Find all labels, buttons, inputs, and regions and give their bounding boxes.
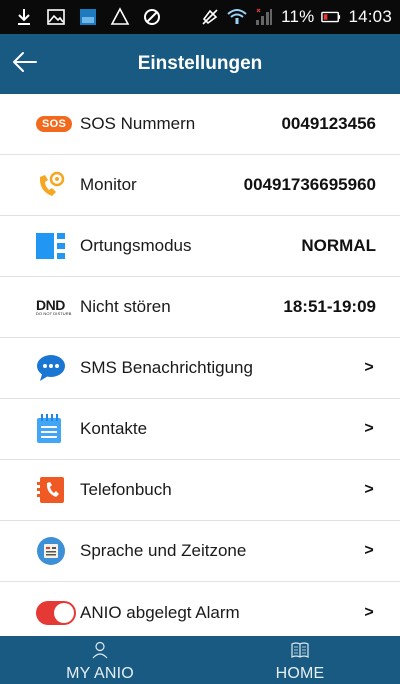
- battery-icon: [321, 7, 341, 27]
- setting-label: SOS Nummern: [80, 114, 196, 133]
- status-bar-right: 11% 14:03: [200, 7, 392, 27]
- setting-label: SMS Benachrichtigung: [80, 358, 253, 377]
- setting-label: Telefonbuch: [80, 480, 172, 499]
- chevron-right-icon: >: [364, 481, 374, 498]
- sos-badge: SOS: [36, 116, 73, 132]
- wifi-icon: [227, 7, 247, 27]
- setting-label: Nicht stören: [80, 297, 171, 316]
- toggle-icon[interactable]: [36, 598, 80, 628]
- status-bar-left: [14, 7, 200, 27]
- nav-label: MY ANIO: [66, 665, 134, 682]
- nav-label: HOME: [275, 665, 325, 682]
- page-title: Einstellungen: [137, 53, 263, 74]
- setting-label: Kontakte: [80, 419, 148, 438]
- dnd-text: DND: [36, 297, 65, 313]
- chevron-right-icon: >: [364, 420, 374, 437]
- setting-label: Sprache und Zeitzone: [80, 541, 247, 560]
- status-bar: 11% 14:03: [0, 0, 400, 34]
- chevron-right-icon: >: [364, 542, 374, 559]
- arrow-left-icon: [12, 51, 38, 78]
- chevron-right-icon: >: [364, 603, 374, 621]
- mute-icon: [200, 7, 220, 27]
- phone-monitor-icon: [36, 170, 80, 200]
- dnd-subtext: DO NOT DISTURB: [36, 311, 72, 316]
- sos-icon: SOS: [36, 109, 80, 139]
- setting-label: ANIO abgelegt Alarm: [80, 602, 240, 622]
- setting-sms-notification[interactable]: SMS Benachrichtigung >: [0, 338, 400, 399]
- setting-label: Ortungsmodus: [80, 236, 192, 255]
- setting-phonebook[interactable]: Telefonbuch >: [0, 460, 400, 521]
- setting-location-mode[interactable]: Ortungsmodus NORMAL: [0, 216, 400, 277]
- setting-value: 0049123456: [281, 114, 376, 133]
- setting-do-not-disturb[interactable]: DND DO NOT DISTURB Nicht stören 18:51-19…: [0, 277, 400, 338]
- battery-percent: 11%: [281, 7, 315, 26]
- blocked-icon: [142, 7, 162, 27]
- setting-value: 00491736695960: [243, 175, 376, 194]
- phonebook-icon: [36, 475, 80, 505]
- bottom-navigation: MY ANIO HOME: [0, 636, 400, 684]
- settings-list: SOS SOS Nummern 0049123456 Monitor 00491…: [0, 94, 400, 643]
- location-mode-icon: [36, 231, 80, 261]
- setting-monitor[interactable]: Monitor 00491736695960: [0, 155, 400, 216]
- setting-anio-removed-alarm[interactable]: ANIO abgelegt Alarm >: [0, 582, 400, 643]
- app-icon: [78, 7, 98, 27]
- nav-my-anio[interactable]: MY ANIO: [0, 636, 200, 684]
- setting-value: 18:51-19:09: [283, 297, 376, 316]
- setting-language-timezone[interactable]: Sprache und Zeitzone >: [0, 521, 400, 582]
- app-bar: Einstellungen: [0, 34, 400, 94]
- setting-label: Monitor: [80, 175, 137, 194]
- setting-contacts[interactable]: Kontakte >: [0, 399, 400, 460]
- person-icon: [91, 641, 109, 665]
- setting-sos-numbers[interactable]: SOS SOS Nummern 0049123456: [0, 94, 400, 155]
- signal-icon: [254, 7, 274, 27]
- clock: 14:03: [348, 7, 392, 26]
- warning-icon: [110, 7, 130, 27]
- image-icon: [46, 7, 66, 27]
- chat-bubble-icon: [36, 353, 80, 383]
- dnd-icon: DND DO NOT DISTURB: [36, 292, 80, 322]
- nav-home[interactable]: HOME: [200, 636, 400, 684]
- setting-value: NORMAL: [301, 236, 376, 255]
- language-timezone-icon: [36, 536, 80, 566]
- book-icon: [291, 641, 309, 665]
- notepad-icon: [36, 414, 80, 444]
- back-button[interactable]: [10, 48, 40, 80]
- chevron-right-icon: >: [364, 359, 374, 376]
- download-icon: [14, 7, 34, 27]
